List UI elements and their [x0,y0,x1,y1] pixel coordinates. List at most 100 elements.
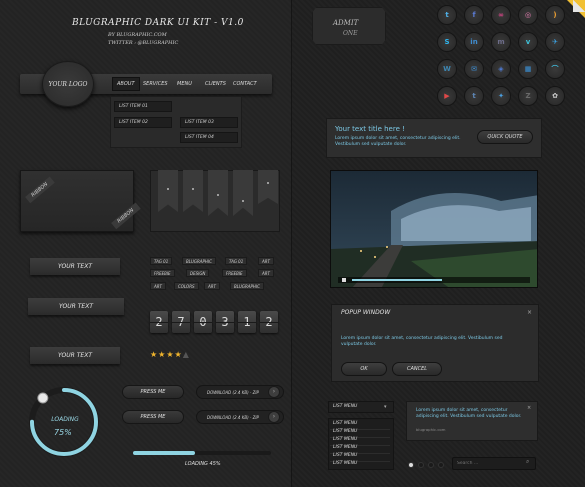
dropdown-item-3[interactable]: LIST ITEM 03 [180,117,238,128]
star-icon[interactable]: ★ [150,350,158,359]
linkedin-icon[interactable]: in [464,32,484,52]
progress-fill [133,451,196,455]
star-rating[interactable]: ★★★★▲ [150,350,190,359]
star-icon[interactable]: ▲ [183,350,190,359]
twitter-icon[interactable]: t [437,5,457,25]
chevron-down-icon[interactable]: ▾ [384,404,387,410]
path-icon[interactable]: ⌒ [545,59,565,79]
text-ribbon: YOUR TEXT [28,298,124,317]
flickr-icon[interactable]: ∞ [491,5,511,25]
tag-item[interactable]: DESIGN [186,269,210,277]
list-menu-option[interactable]: LIST MENU [333,437,357,442]
press-me-button[interactable]: PRESS ME [122,410,184,424]
tag-item[interactable]: ART [258,269,274,277]
pagination-dot-active[interactable] [408,462,414,468]
nav-item-services[interactable]: SERVICES [143,81,168,87]
nav-item-contact[interactable]: CONTACT [233,81,257,87]
video-controls[interactable] [338,277,530,283]
ticket-line-2: ONE [343,30,358,37]
list-menu-option[interactable]: LIST MENU [333,421,357,426]
digg-icon[interactable]: ◈ [491,59,511,79]
pagination-dot[interactable] [428,462,434,468]
dribbble-icon[interactable]: ◎ [518,5,538,25]
tag-item[interactable]: ART [150,282,166,290]
progress-bar [133,451,271,455]
dropdown-item-1[interactable]: LIST ITEM 01 [114,101,172,112]
ticket-line-1: ADMIT [333,19,359,27]
zerply-icon[interactable]: Z [518,86,538,106]
tag-item[interactable]: BLUGRAPHIC [182,257,216,265]
cancel-button[interactable]: CANCEL [392,362,442,376]
download-arrow-icon[interactable]: › [268,411,280,423]
tooltip-box [406,401,538,441]
counter-digit: 3 [216,311,234,333]
tooltip-close-icon[interactable]: × [527,405,531,411]
counter-digit: 7 [172,311,190,333]
download-arrow-icon[interactable]: › [268,386,280,398]
tumblr-icon[interactable]: t [464,86,484,106]
counter-digit: 2 [260,311,278,333]
tag-item[interactable]: TAG 01 [225,257,248,265]
tag-item[interactable]: BLUGRAPHIC [230,282,264,290]
pagination-dot[interactable] [438,462,444,468]
pause-icon[interactable] [342,278,346,282]
counter-digit: 1 [238,311,256,333]
myspace-icon[interactable]: m [491,32,511,52]
search-input[interactable] [452,457,536,470]
share-icon[interactable]: ✦ [491,86,511,106]
video-frame-image [331,171,537,287]
star-icon[interactable]: ★ [175,350,183,359]
kit-twitter-line: TWITTER : @BLUGRAPHIC [108,40,179,46]
tooltip-body: Lorem ipsum dolor sit amet, consectetur … [416,408,522,419]
popup-body: Lorem ipsum dolor sit amet, consectetur … [341,336,503,347]
facebook-icon[interactable]: f [464,5,484,25]
ok-button[interactable]: OK [341,362,387,376]
youtube-icon[interactable]: ▶ [437,86,457,106]
video-player[interactable] [330,170,538,288]
quick-quote-button[interactable]: QUICK QUOTE [477,130,533,144]
nav-item-about[interactable]: ABOUT [112,77,140,91]
counter-digit: 2 [150,311,168,333]
popup-title: POPUP WINDOW [341,309,391,316]
counter-digit: 0 [194,311,212,333]
text-ribbon: YOUR TEXT [30,258,120,277]
tag-item[interactable]: FREEBIE [150,269,175,277]
nav-item-clients[interactable]: CLIENTS [205,81,226,87]
tooltip-link[interactable]: blugraphic.com [416,427,445,432]
nav-item-menu[interactable]: MENU [177,81,192,87]
loading-percent: 75% [54,428,72,437]
delicious-icon[interactable]: ✈ [545,32,565,52]
list-menu-option[interactable]: LIST MENU [333,429,357,434]
kit-by-line: BY BLUGRAPHIC.COM [108,32,167,38]
list-menu-option[interactable]: LIST MENU [333,445,357,450]
list-menu-option[interactable]: LIST MENU [333,453,357,458]
dropdown-item-2[interactable]: LIST ITEM 02 [114,117,172,128]
pagination-dot[interactable] [418,462,424,468]
list-menu-option[interactable]: LIST MENU [333,461,357,466]
text-box-body: Lorem ipsum dolor sit amet, consectetur … [335,136,461,147]
tag-item[interactable]: COLORS [174,282,199,290]
kit-title: BLUGRAPHIC DARK UI KIT - V1.0 [72,18,244,28]
dropdown-item-4[interactable]: LIST ITEM 04 [180,132,238,143]
tag-item[interactable]: ART [258,257,274,265]
press-me-button[interactable]: PRESS ME [122,385,184,399]
rss-icon[interactable]: ) [545,5,565,25]
search-icon[interactable]: ⌕ [526,458,529,466]
wordpress-icon[interactable]: W [437,59,457,79]
progress-label: LOADING 45% [185,461,221,467]
mail-icon[interactable]: ✉ [464,59,484,79]
tag-item[interactable]: TAG 01 [150,257,173,265]
tag-item[interactable]: ART [204,282,220,290]
star-icon[interactable]: ★ [166,350,174,359]
text-ribbon: YOUR TEXT [30,347,120,366]
tag-item[interactable]: FREEBIE [222,269,247,277]
blogger-icon[interactable]: ▦ [518,59,538,79]
text-box-title: Your text title here ! [335,125,405,133]
logo-badge[interactable]: YOUR LOGO [42,61,94,107]
skype-icon[interactable]: S [437,32,457,52]
leaf-icon[interactable]: ✿ [545,86,565,106]
popup-close-icon[interactable]: × [527,309,532,316]
video-seek-bar[interactable] [352,279,442,281]
vimeo-icon[interactable]: v [518,32,538,52]
page-curl-fold [573,0,585,12]
